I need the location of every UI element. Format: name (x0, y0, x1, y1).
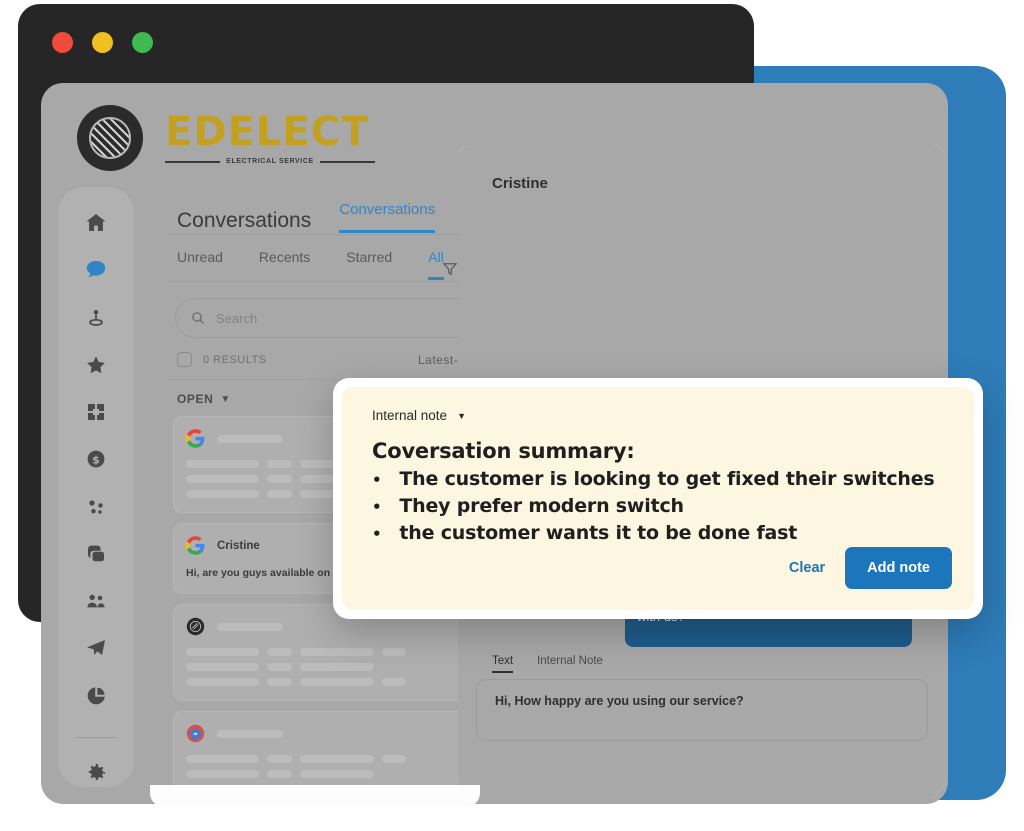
subtabs-divider (167, 281, 483, 282)
layers-icon (88, 545, 104, 562)
brand-rule-left (165, 160, 221, 163)
funnel-icon[interactable] (441, 260, 459, 278)
magnifier-icon (192, 312, 204, 324)
sidebar-item-reports[interactable] (81, 682, 111, 710)
dollar-coin-icon: $ (87, 450, 105, 468)
search-placeholder: Search (216, 310, 258, 326)
clear-button[interactable]: Clear (789, 560, 825, 576)
google-logo-icon (186, 536, 205, 555)
conversation-subtabs: Unread Recents Starred All (167, 235, 483, 280)
pie-chart-icon (87, 686, 105, 704)
brand-tagline: ELECTRICAL SERVICE (226, 158, 314, 165)
compose-tab-internal-note[interactable]: Internal Note (537, 655, 603, 673)
sidebar-item-starred[interactable] (81, 351, 111, 379)
sidebar-item-automations[interactable] (81, 493, 111, 521)
note-bullet-text: The customer is looking to get fixed the… (399, 468, 935, 490)
hatched-circle-logo-icon (77, 105, 143, 171)
minimize-button[interactable] (92, 32, 113, 53)
nodes-icon (89, 500, 103, 514)
skeleton-name (217, 622, 283, 631)
page-title: Conversations (177, 209, 312, 232)
note-type-label: Internal note (372, 408, 448, 423)
traffic-light-buttons (52, 32, 153, 53)
add-note-button[interactable]: Add note (845, 547, 952, 589)
brand-rule-right (319, 160, 375, 163)
subtab-unread[interactable]: Unread (177, 249, 223, 280)
subtab-starred[interactable]: Starred (346, 249, 392, 280)
bullet-glyph: • (372, 524, 382, 543)
star-icon (87, 356, 105, 374)
sidebar-item-locations[interactable] (81, 304, 111, 332)
brand-block: EDELECT ELECTRICAL SERVICE (165, 112, 375, 165)
contact-name: Cristine (492, 175, 548, 192)
skeleton-name (217, 729, 283, 738)
chat-bubble-icon (86, 261, 106, 278)
zoom-button[interactable] (132, 32, 153, 53)
note-action-row: Clear Add note (789, 547, 952, 589)
note-bullet-text: the customer wants it to be done fast (399, 521, 798, 544)
sidebar-item-home[interactable] (81, 209, 111, 237)
sidebar-item-contacts[interactable] (81, 587, 111, 615)
people-icon (87, 594, 105, 608)
sidebar-item-conversations[interactable] (81, 256, 111, 284)
subtab-recents[interactable]: Recents (259, 249, 310, 280)
tab-conversations[interactable]: Conversations (339, 201, 436, 233)
skeleton-name (217, 434, 283, 443)
compose-tab-text[interactable]: Text (492, 655, 514, 673)
results-row: 0 RESULTS Latest-All (177, 352, 473, 367)
grid-icon (88, 404, 104, 421)
messenger-logo-icon (186, 724, 205, 743)
note-bullet-item: • The customer is looking to get fixed th… (372, 466, 948, 493)
internal-note-modal: Internal note ▼ Coversation summary: • Th… (333, 378, 983, 619)
paper-plane-icon (87, 640, 105, 656)
close-button[interactable] (52, 32, 73, 53)
sidebar-item-billing[interactable]: $ (81, 445, 111, 473)
note-bullet-item: • They prefer modern switch (372, 493, 948, 520)
sidebar-item-settings[interactable] (81, 759, 111, 787)
screenshot-stage: EDELECT ELECTRICAL SERVICE $ Conversatio… (0, 0, 1024, 831)
brand-name: EDELECT (165, 109, 370, 155)
section-label: OPEN (177, 392, 214, 406)
sidebar-item-campaigns[interactable] (81, 634, 111, 662)
note-type-dropdown[interactable]: Internal note ▼ (372, 408, 948, 423)
note-bullet-item: • the customer wants it to be done fast (372, 520, 948, 547)
gear-icon (88, 763, 105, 780)
note-bullet-text: They prefer modern switch (399, 494, 684, 517)
message-compose-input[interactable]: Hi, How happy are you using our service? (476, 679, 928, 741)
dark-circle-logo-icon (186, 617, 205, 636)
list-item-name: Cristine (217, 539, 260, 552)
svg-text:$: $ (92, 454, 100, 467)
bullet-glyph: • (372, 471, 382, 489)
sidebar-item-dashboard[interactable] (81, 398, 111, 426)
note-bullet-list: • The customer is looking to get fixed th… (372, 466, 948, 547)
panel-bottom-strip (150, 785, 480, 807)
search-input[interactable]: Search (175, 298, 475, 338)
map-pin-icon (89, 309, 103, 326)
chevron-down-icon: ▼ (220, 393, 231, 405)
bullet-glyph: • (372, 497, 382, 516)
sidebar-item-library[interactable] (81, 540, 111, 568)
internal-note-body: Internal note ▼ Coversation summary: • Th… (342, 387, 974, 610)
select-all-checkbox[interactable] (177, 352, 192, 367)
chevron-down-icon: ▼ (457, 410, 466, 421)
google-logo-icon (186, 429, 205, 448)
sidebar-divider (74, 736, 118, 738)
compose-tabs: Text Internal Note (492, 655, 603, 673)
note-summary-title: Coversation summary: (372, 439, 635, 463)
results-count: 0 RESULTS (203, 353, 267, 366)
sidebar-icon-rail: $ (58, 187, 134, 787)
home-icon (86, 214, 106, 232)
